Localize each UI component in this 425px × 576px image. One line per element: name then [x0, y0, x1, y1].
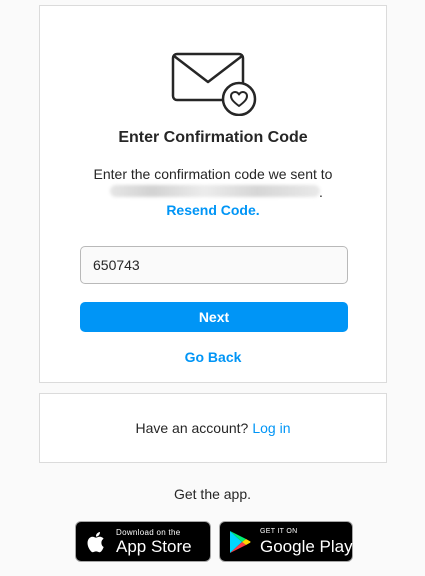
page-title: Enter Confirmation Code [118, 129, 308, 146]
confirmation-description: Enter the confirmation code we sent to [93, 166, 333, 182]
go-back-link[interactable]: Go Back [40, 349, 386, 365]
app-store-badge[interactable]: Download on the App Store [75, 521, 211, 562]
envelope-heart-icon [171, 52, 257, 116]
google-play-badge[interactable]: GET IT ON Google Play [219, 521, 353, 562]
login-prompt-text: Have an account? [135, 420, 249, 436]
login-card: Have an account? Log in [39, 393, 387, 463]
google-play-small-text: GET IT ON [260, 528, 298, 535]
google-play-big-text: Google Play [260, 537, 353, 556]
apple-icon [87, 532, 104, 553]
resend-code-link[interactable]: Resend Code. [40, 202, 386, 218]
confirmation-code-input[interactable] [80, 246, 348, 284]
google-play-icon [230, 531, 251, 553]
page: Enter Confirmation Code Enter the confir… [0, 0, 425, 576]
email-trailing-period: . [319, 184, 323, 200]
app-store-big-text: App Store [116, 537, 192, 556]
login-link[interactable]: Log in [252, 420, 290, 436]
app-store-small-text: Download on the [116, 528, 181, 537]
blurred-email [110, 185, 320, 197]
get-app-text: Get the app. [173, 486, 252, 502]
next-button[interactable]: Next [80, 302, 348, 332]
confirmation-card: Enter Confirmation Code Enter the confir… [39, 5, 387, 383]
